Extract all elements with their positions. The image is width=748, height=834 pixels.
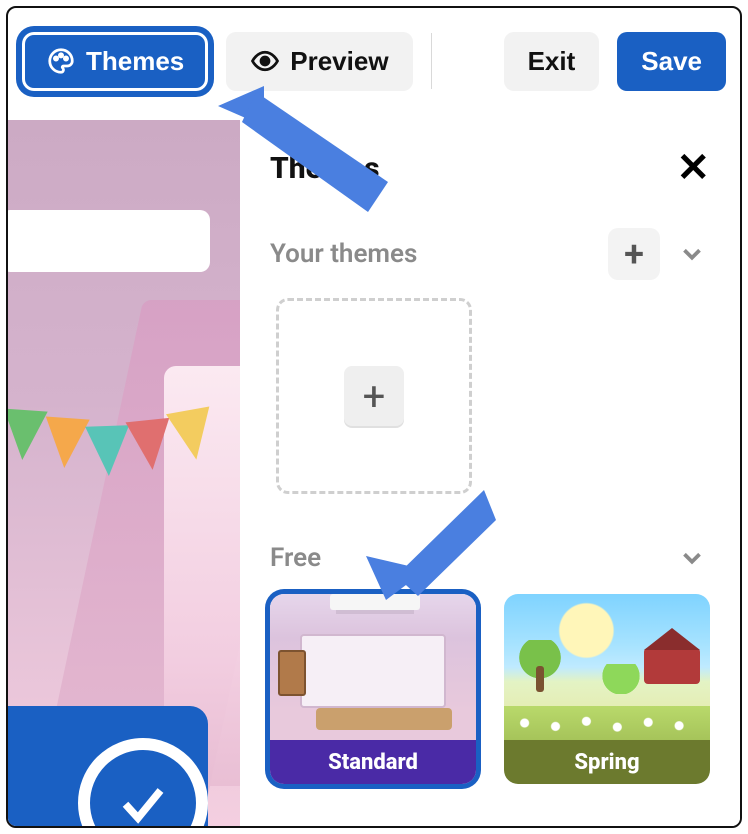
collapse-your-themes-button[interactable] bbox=[674, 236, 710, 272]
your-themes-label: Your themes bbox=[270, 239, 417, 269]
new-theme-plus-button[interactable]: + bbox=[344, 366, 404, 426]
check-icon bbox=[113, 773, 173, 826]
chevron-down-icon bbox=[677, 543, 707, 573]
preview-button-label: Preview bbox=[290, 46, 388, 77]
add-theme-button[interactable]: + bbox=[608, 228, 660, 280]
theme-card-spring[interactable]: Spring bbox=[504, 594, 710, 784]
free-themes-row: Standard Spring bbox=[270, 594, 710, 784]
panel-title: Themes bbox=[270, 151, 379, 186]
theme-card-label: Spring bbox=[504, 740, 710, 784]
chevron-down-icon bbox=[677, 239, 707, 269]
eye-icon bbox=[250, 46, 280, 76]
theme-thumbnail bbox=[270, 594, 476, 740]
app-frame: Themes Preview Exit Save bbox=[6, 6, 742, 828]
free-section-header: Free bbox=[270, 540, 710, 576]
collapse-free-button[interactable] bbox=[674, 540, 710, 576]
exit-button[interactable]: Exit bbox=[504, 32, 600, 91]
toolbar-divider bbox=[431, 33, 432, 89]
plus-icon: + bbox=[624, 233, 644, 275]
theme-thumbnail bbox=[504, 594, 710, 740]
exit-button-label: Exit bbox=[528, 46, 576, 77]
save-button-label: Save bbox=[641, 46, 702, 77]
themes-button[interactable]: Themes bbox=[22, 32, 208, 91]
themes-panel: Themes ✕ Your themes + + Free bbox=[240, 120, 740, 826]
your-themes-section-header: Your themes + bbox=[270, 228, 710, 280]
close-panel-button[interactable]: ✕ bbox=[676, 148, 710, 188]
preview-button[interactable]: Preview bbox=[226, 32, 412, 91]
plus-icon: + bbox=[363, 373, 386, 420]
palette-icon bbox=[46, 46, 76, 76]
toolbar: Themes Preview Exit Save bbox=[22, 20, 726, 102]
themes-button-label: Themes bbox=[86, 46, 184, 77]
save-button[interactable]: Save bbox=[617, 32, 726, 91]
close-icon: ✕ bbox=[676, 144, 710, 191]
free-section-label: Free bbox=[270, 543, 321, 573]
panel-header: Themes ✕ bbox=[270, 148, 710, 188]
theme-card-label: Standard bbox=[270, 740, 476, 784]
theme-preview-scene bbox=[8, 120, 240, 826]
scene-bunting bbox=[8, 410, 232, 470]
theme-card-standard[interactable]: Standard bbox=[270, 594, 476, 784]
scene-whiteboard bbox=[8, 210, 210, 272]
new-theme-slot[interactable]: + bbox=[276, 298, 472, 494]
